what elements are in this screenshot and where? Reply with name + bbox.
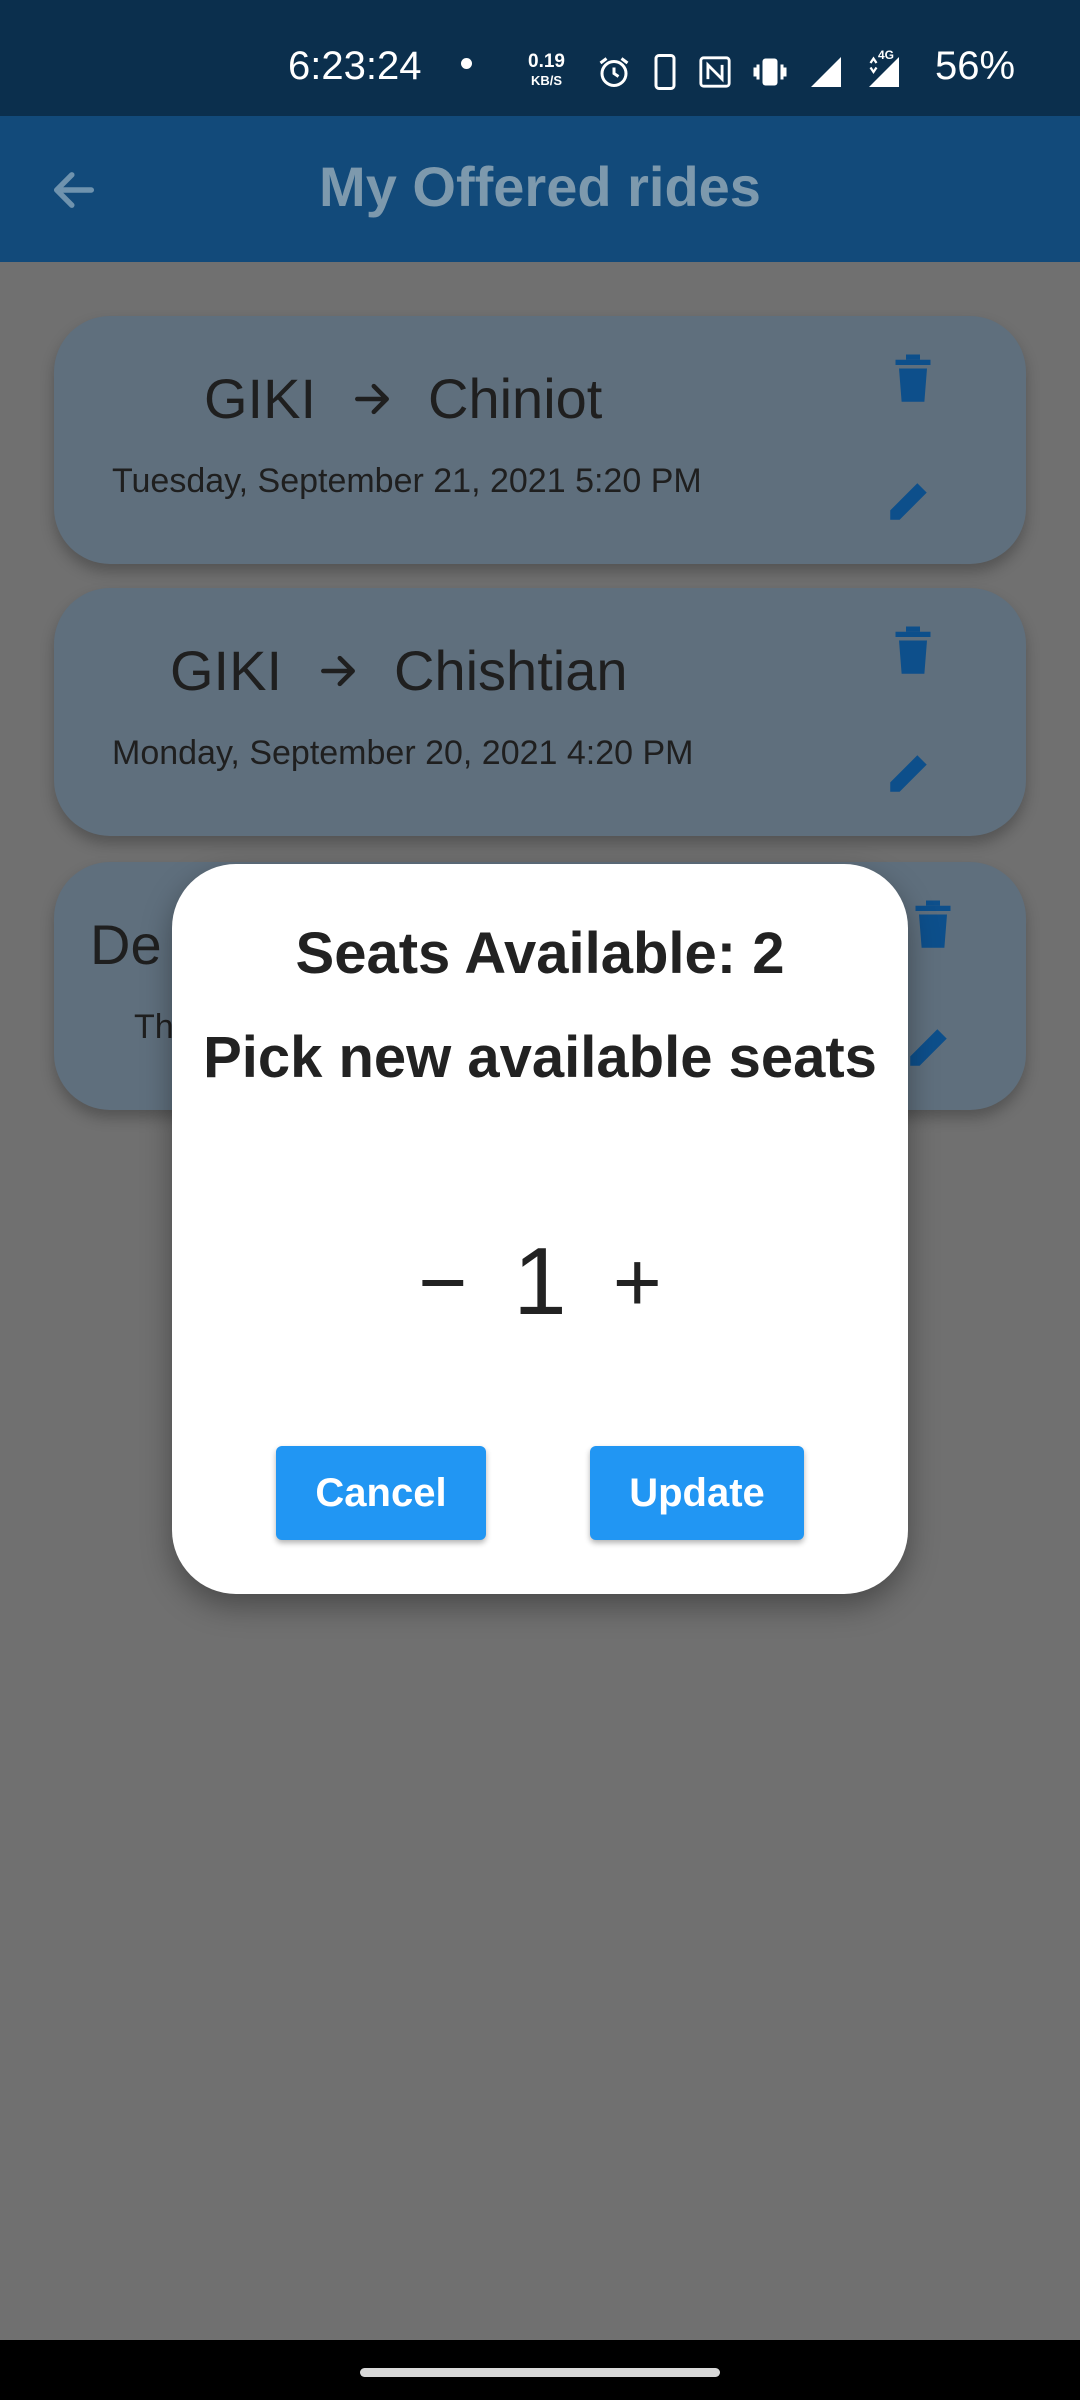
ride-card[interactable]: GIKI Chishtian Monday, September 20, 202…: [54, 588, 1026, 836]
ride-card[interactable]: GIKI Chiniot Tuesday, September 21, 2021…: [54, 316, 1026, 564]
trash-icon[interactable]: [892, 354, 934, 404]
seats-stepper: − 1 +: [172, 1234, 908, 1330]
notification-dot: [461, 58, 472, 69]
ride-route: GIKI Chiniot: [204, 366, 602, 431]
ride-origin: De: [90, 913, 162, 976]
network-speed-unit: KB/S: [530, 73, 563, 88]
dialog-subtitle: Pick new available seats: [203, 1025, 877, 1090]
ride-datetime: Tuesday, September 21, 2021 5:20 PM: [112, 462, 702, 500]
edit-pencil-icon[interactable]: [884, 748, 934, 798]
trash-icon[interactable]: [892, 626, 934, 676]
update-button[interactable]: Update: [590, 1446, 804, 1540]
edit-pencil-icon[interactable]: [884, 476, 934, 526]
app-bar: My Offered rides: [0, 116, 1080, 262]
network-speed-value: 0.19: [528, 51, 565, 72]
network-type-label: 4G: [878, 48, 895, 62]
status-icons: 4G: [596, 48, 904, 92]
signal-icon: [811, 57, 841, 87]
vibrate-icon: [753, 58, 787, 86]
cancel-button[interactable]: Cancel: [276, 1446, 486, 1540]
ride-datetime: Th: [134, 1008, 174, 1046]
seats-value: 1: [513, 1228, 567, 1335]
battery-percentage: 56%: [935, 44, 1016, 88]
ride-destination: Chishtian: [394, 639, 628, 702]
nfc-icon: [699, 56, 731, 88]
gesture-handle[interactable]: [360, 2368, 720, 2377]
arrow-right-icon: [321, 655, 355, 686]
edit-pencil-icon[interactable]: [904, 1022, 954, 1072]
status-time: 6:23:24: [288, 44, 422, 88]
dialog-title: Seats Available: 2: [295, 921, 785, 986]
ride-destination: Chiniot: [428, 367, 603, 430]
ride-route: GIKI Chishtian: [170, 638, 628, 703]
page-title: My Offered rides: [319, 155, 761, 218]
alarm-icon: [599, 57, 629, 87]
decrement-button[interactable]: −: [418, 1240, 467, 1324]
network-speed: 0.19 KB/S: [528, 52, 565, 90]
ride-origin: GIKI: [204, 367, 317, 430]
arrow-right-icon: [355, 383, 389, 414]
signal-4g-icon: 4G: [864, 48, 904, 90]
navigation-bar: [0, 2340, 1080, 2400]
ride-origin: GIKI: [170, 639, 283, 702]
status-bar: 6:23:24 0.19 KB/S 4G 56%: [0, 0, 1080, 116]
increment-button[interactable]: +: [613, 1240, 662, 1324]
ride-route: De: [90, 912, 162, 977]
trash-icon[interactable]: [912, 900, 954, 950]
ride-datetime: Monday, September 20, 2021 4:20 PM: [112, 734, 694, 772]
seats-dialog: Seats Available: 2 Pick new available se…: [172, 864, 908, 1594]
phone-icon: [654, 54, 676, 90]
